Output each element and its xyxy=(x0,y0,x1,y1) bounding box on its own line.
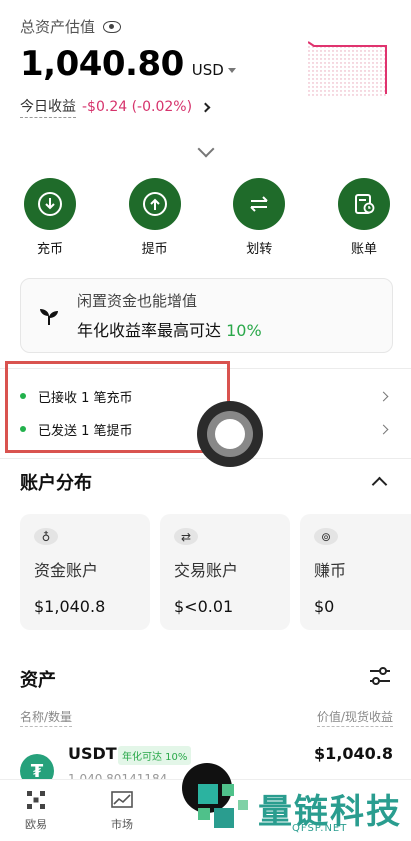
assets-title: 资产 xyxy=(20,670,56,691)
bill-button[interactable]: 账单 xyxy=(336,178,392,257)
touch-indicator xyxy=(197,401,263,467)
total-assets-label-text: 总资产估值 xyxy=(20,18,96,36)
eye-icon[interactable] xyxy=(103,20,122,33)
trading-account-card[interactable]: ⇄ 交易账户 $<0.01 xyxy=(160,514,290,630)
total-assets-value: 1,040.80 xyxy=(20,44,184,84)
account-name: 资金账户 xyxy=(34,561,99,580)
yield-badge: 年化可达 10% xyxy=(118,746,192,765)
earn-account-card[interactable]: ⊚ 赚币 $0 xyxy=(300,514,411,630)
transfer-icon xyxy=(233,178,286,230)
promo-rate: 10% xyxy=(226,321,262,340)
col-value-pnl[interactable]: 价值/现货收益 xyxy=(316,708,393,727)
caret-down-icon xyxy=(227,68,236,73)
account-value: $0 xyxy=(314,597,335,616)
highlight-annotation-box xyxy=(5,361,230,453)
sprout-icon xyxy=(40,308,58,325)
promo-line1: 闲置资金也能增值 xyxy=(77,292,198,310)
bill-icon xyxy=(337,178,390,230)
total-assets-label: 总资产估值 xyxy=(20,16,122,37)
withdraw-icon xyxy=(128,178,181,230)
expand-chevron-icon[interactable] xyxy=(197,140,215,158)
account-value: $1,040.8 xyxy=(34,597,106,616)
nav-market[interactable]: 市场 xyxy=(92,790,152,832)
filter-sliders-icon[interactable] xyxy=(368,665,392,687)
watermark-subtext: QFSP.NET xyxy=(292,823,348,834)
transfer-button[interactable]: 划转 xyxy=(231,178,287,257)
balance-sparkline xyxy=(308,41,388,98)
chevron-up-icon[interactable] xyxy=(371,476,388,493)
withdraw-label: 提币 xyxy=(141,242,168,257)
today-pnl-value: -$0.24 (-0.02%) xyxy=(82,99,193,115)
nav-label: 市场 xyxy=(111,818,133,831)
exchange-icon: ⇄ xyxy=(174,528,198,545)
nav-label: 欧易 xyxy=(25,818,47,831)
promo-line2-prefix: 年化收益率最高可达 xyxy=(77,321,227,340)
transfer-label: 划转 xyxy=(246,242,273,257)
bill-label: 账单 xyxy=(350,242,377,257)
account-name: 交易账户 xyxy=(174,561,239,580)
earn-promo-banner[interactable]: 闲置资金也能增值 年化收益率最高可达 10% xyxy=(20,278,393,353)
promo-line2: 年化收益率最高可达 10% xyxy=(77,317,262,341)
chevron-right-icon xyxy=(378,391,389,401)
asset-value: $1,040.8 xyxy=(314,744,393,763)
earn-icon: ⊚ xyxy=(314,528,338,545)
col-name-qty[interactable]: 名称/数量 xyxy=(20,708,73,727)
asset-symbol: USDT xyxy=(68,744,117,763)
quick-actions: 充币 提币 划转 账单 xyxy=(22,178,392,257)
promo-texts: 闲置资金也能增值 年化收益率最高可达 10% xyxy=(77,290,262,341)
withdraw-button[interactable]: 提币 xyxy=(127,178,183,257)
nav-okx[interactable]: 欧易 xyxy=(6,790,66,832)
funding-account-card[interactable]: ♁ 资金账户 $1,040.8 xyxy=(20,514,150,630)
deposit-icon xyxy=(24,178,76,230)
currency-selector[interactable]: USD xyxy=(192,61,236,79)
asset-column-headers: 名称/数量 价值/现货收益 xyxy=(20,708,393,727)
chevron-right-icon xyxy=(378,424,389,434)
account-distribution-title: 账户分布 xyxy=(20,473,92,494)
divider xyxy=(0,458,411,459)
today-pnl-label: 今日收益 xyxy=(20,96,76,118)
account-value: $<0.01 xyxy=(174,597,234,616)
total-assets-row: 1,040.80 USD xyxy=(20,44,236,84)
chevron-right-icon xyxy=(200,102,211,112)
market-chart-icon xyxy=(111,791,133,808)
deposit-label: 充币 xyxy=(36,242,63,257)
currency-label: USD xyxy=(191,61,224,79)
account-cards: ♁ 资金账户 $1,040.8 ⇄ 交易账户 $<0.01 ⊚ 赚币 $0 xyxy=(20,514,411,630)
wallet-bag-icon: ♁ xyxy=(34,528,58,545)
watermark: 量链科技 QFSP.NET xyxy=(192,778,411,841)
deposit-button[interactable]: 充币 xyxy=(22,178,78,257)
okx-logo-icon xyxy=(27,791,45,809)
account-name: 赚币 xyxy=(314,561,347,580)
watermark-logo-icon xyxy=(198,784,248,828)
today-pnl[interactable]: 今日收益 -$0.24 (-0.02%) xyxy=(20,96,211,118)
